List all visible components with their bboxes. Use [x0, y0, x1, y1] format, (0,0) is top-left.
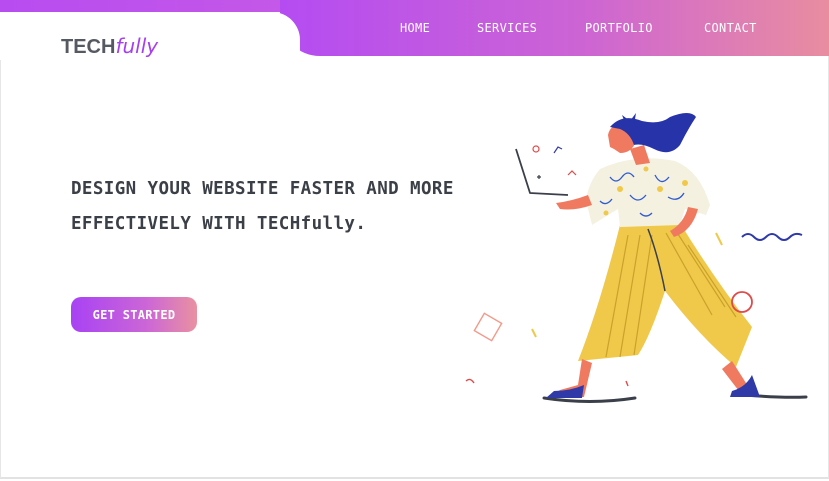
nav-home[interactable]: HOME: [400, 21, 430, 35]
pants: [578, 223, 752, 367]
hero-headline-line1: DESIGN YOUR WEBSITE FASTER AND MORE: [71, 179, 454, 199]
nav-services[interactable]: SERVICES: [477, 21, 537, 35]
get-started-button[interactable]: GET STARTED: [71, 297, 197, 332]
logo-accent-text: fully: [115, 34, 159, 58]
confetti-circle-red: [731, 291, 753, 313]
hero-headline: DESIGN YOUR WEBSITE FASTER AND MORE EFFE…: [71, 172, 491, 242]
woman-with-laptop-illustration: [465, 113, 808, 403]
nav-contact[interactable]: CONTACT: [704, 21, 757, 35]
left-arm: [556, 195, 592, 210]
brand-logo[interactable]: TECHfully: [61, 33, 158, 60]
confetti-circle-small: [532, 145, 540, 153]
confetti-diamond: [473, 312, 503, 342]
logo-main-text: TECH: [61, 36, 116, 58]
laptop: [515, 148, 569, 196]
hero-headline-line2: EFFECTIVELY WITH TECHfully.: [71, 214, 367, 234]
nav-portfolio[interactable]: PORTFOLIO: [585, 21, 653, 35]
confetti-wave: [741, 232, 803, 241]
ground-shadow: [542, 396, 637, 403]
